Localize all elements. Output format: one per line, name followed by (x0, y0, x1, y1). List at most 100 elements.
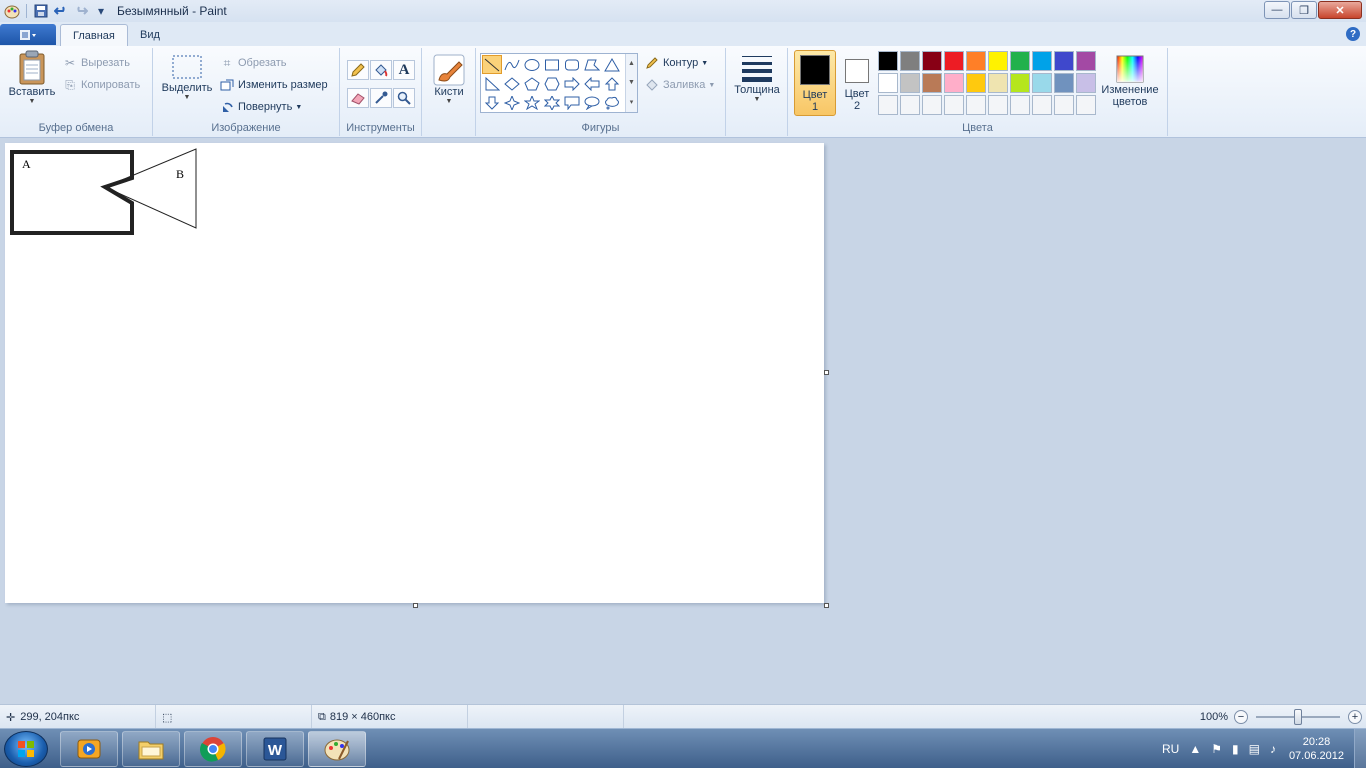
polygon-shape-icon[interactable] (582, 55, 602, 74)
help-icon[interactable]: ? (1346, 27, 1360, 41)
minimize-button[interactable]: — (1264, 1, 1290, 19)
clock[interactable]: 20:28 07.06.2012 (1289, 735, 1344, 763)
select-button[interactable]: Выделить ▼ (159, 54, 215, 101)
palette-color-swatch[interactable] (878, 73, 898, 93)
palette-color-swatch[interactable] (988, 73, 1008, 93)
start-button[interactable] (4, 731, 48, 767)
palette-color-swatch[interactable] (1010, 95, 1030, 115)
scroll-down-icon[interactable]: ▼ (628, 79, 635, 86)
palette-color-swatch[interactable] (1010, 73, 1030, 93)
oval-shape-icon[interactable] (522, 55, 542, 74)
palette-color-swatch[interactable] (878, 95, 898, 115)
resize-handle-right[interactable] (824, 370, 829, 375)
text-tool-icon[interactable]: A (393, 60, 415, 80)
six-point-star-shape-icon[interactable] (542, 93, 562, 112)
maximize-button[interactable]: ❐ (1291, 1, 1317, 19)
palette-color-swatch[interactable] (988, 95, 1008, 115)
up-arrow-shape-icon[interactable] (602, 74, 622, 93)
five-point-star-shape-icon[interactable] (522, 93, 542, 112)
palette-color-swatch[interactable] (878, 51, 898, 71)
palette-color-swatch[interactable] (1032, 95, 1052, 115)
size-button[interactable]: Толщина ▼ (730, 54, 784, 103)
palette-color-swatch[interactable] (1054, 51, 1074, 71)
palette-color-swatch[interactable] (900, 51, 920, 71)
zoom-out-icon[interactable]: − (1234, 710, 1248, 724)
palette-color-swatch[interactable] (944, 95, 964, 115)
palette-color-swatch[interactable] (1032, 73, 1052, 93)
palette-color-swatch[interactable] (966, 51, 986, 71)
palette-color-swatch[interactable] (1032, 51, 1052, 71)
palette-color-swatch[interactable] (988, 51, 1008, 71)
taskbar-word[interactable]: W (246, 731, 304, 767)
rounded-rectangle-shape-icon[interactable] (562, 55, 582, 74)
redo-icon[interactable] (71, 2, 91, 20)
tab-home[interactable]: Главная (60, 24, 128, 46)
show-desktop-button[interactable] (1354, 729, 1366, 768)
color-picker-icon[interactable] (370, 88, 392, 108)
fill-bucket-icon[interactable] (370, 60, 392, 80)
palette-color-swatch[interactable] (922, 73, 942, 93)
taskbar-media-player[interactable] (60, 731, 118, 767)
paste-button[interactable]: Вставить ▼ (6, 50, 58, 105)
triangle-shape-icon[interactable] (602, 55, 622, 74)
show-hidden-icons-icon[interactable]: ▲ (1189, 742, 1201, 756)
rectangular-callout-shape-icon[interactable] (562, 93, 582, 112)
palette-color-swatch[interactable] (1054, 73, 1074, 93)
undo-icon[interactable] (51, 2, 71, 20)
palette-color-swatch[interactable] (1076, 95, 1096, 115)
palette-color-swatch[interactable] (922, 51, 942, 71)
rectangle-shape-icon[interactable] (542, 55, 562, 74)
color1-button[interactable]: Цвет 1 (794, 50, 836, 116)
palette-color-swatch[interactable] (900, 73, 920, 93)
oval-callout-shape-icon[interactable] (582, 93, 602, 112)
cut-button[interactable]: ✂ Вырезать (62, 55, 130, 71)
edit-colors-button[interactable]: Изменение цветов (1094, 50, 1166, 116)
right-triangle-shape-icon[interactable] (482, 74, 502, 93)
color2-button[interactable]: Цвет 2 (838, 50, 876, 116)
scroll-up-icon[interactable]: ▲ (628, 60, 635, 67)
palette-color-swatch[interactable] (966, 95, 986, 115)
taskbar-explorer[interactable] (122, 731, 180, 767)
zoom-slider-thumb[interactable] (1294, 709, 1302, 725)
magnifier-icon[interactable] (393, 88, 415, 108)
cloud-callout-shape-icon[interactable] (602, 93, 622, 112)
crop-button[interactable]: ⌗ Обрезать (219, 55, 287, 71)
paint-app-icon[interactable] (2, 2, 22, 20)
tab-view[interactable]: Вид (128, 24, 172, 46)
palette-color-swatch[interactable] (1076, 73, 1096, 93)
language-indicator[interactable]: RU (1162, 742, 1179, 756)
right-arrow-shape-icon[interactable] (562, 74, 582, 93)
down-arrow-shape-icon[interactable] (482, 93, 502, 112)
taskbar-chrome[interactable] (184, 731, 242, 767)
copy-button[interactable]: ⎘ Копировать (62, 77, 140, 93)
brushes-button[interactable]: Кисти ▼ (426, 54, 472, 105)
rotate-button[interactable]: Повернуть ▼ (219, 99, 302, 115)
paint-menu-button[interactable] (0, 24, 56, 45)
pencil-icon[interactable] (347, 60, 369, 80)
resize-handle-bottom[interactable] (413, 603, 418, 608)
taskbar-paint[interactable] (308, 731, 366, 767)
expand-gallery-icon[interactable]: ▾ (630, 98, 634, 106)
save-icon[interactable] (31, 2, 51, 20)
left-arrow-shape-icon[interactable] (582, 74, 602, 93)
palette-color-swatch[interactable] (944, 73, 964, 93)
palette-color-swatch[interactable] (1054, 95, 1074, 115)
palette-color-swatch[interactable] (1076, 51, 1096, 71)
outline-button[interactable]: Контур ▼ (644, 55, 708, 71)
close-button[interactable]: ✕ (1318, 1, 1362, 19)
palette-color-swatch[interactable] (944, 51, 964, 71)
curve-shape-icon[interactable] (502, 55, 522, 74)
palette-color-swatch[interactable] (1010, 51, 1030, 71)
diamond-shape-icon[interactable] (502, 74, 522, 93)
shapes-scrollbar[interactable]: ▲ ▼ ▾ (625, 54, 637, 112)
hexagon-shape-icon[interactable] (542, 74, 562, 93)
resize-button[interactable]: Изменить размер (219, 77, 328, 93)
resize-handle-corner[interactable] (824, 603, 829, 608)
network-icon[interactable]: ▤ (1249, 742, 1260, 756)
four-point-star-shape-icon[interactable] (502, 93, 522, 112)
fill-button[interactable]: Заливка ▼ (644, 77, 715, 93)
eraser-icon[interactable] (347, 88, 369, 108)
palette-color-swatch[interactable] (922, 95, 942, 115)
action-center-icon[interactable]: ⚑ (1211, 742, 1222, 756)
power-icon[interactable]: ▮ (1232, 742, 1239, 756)
